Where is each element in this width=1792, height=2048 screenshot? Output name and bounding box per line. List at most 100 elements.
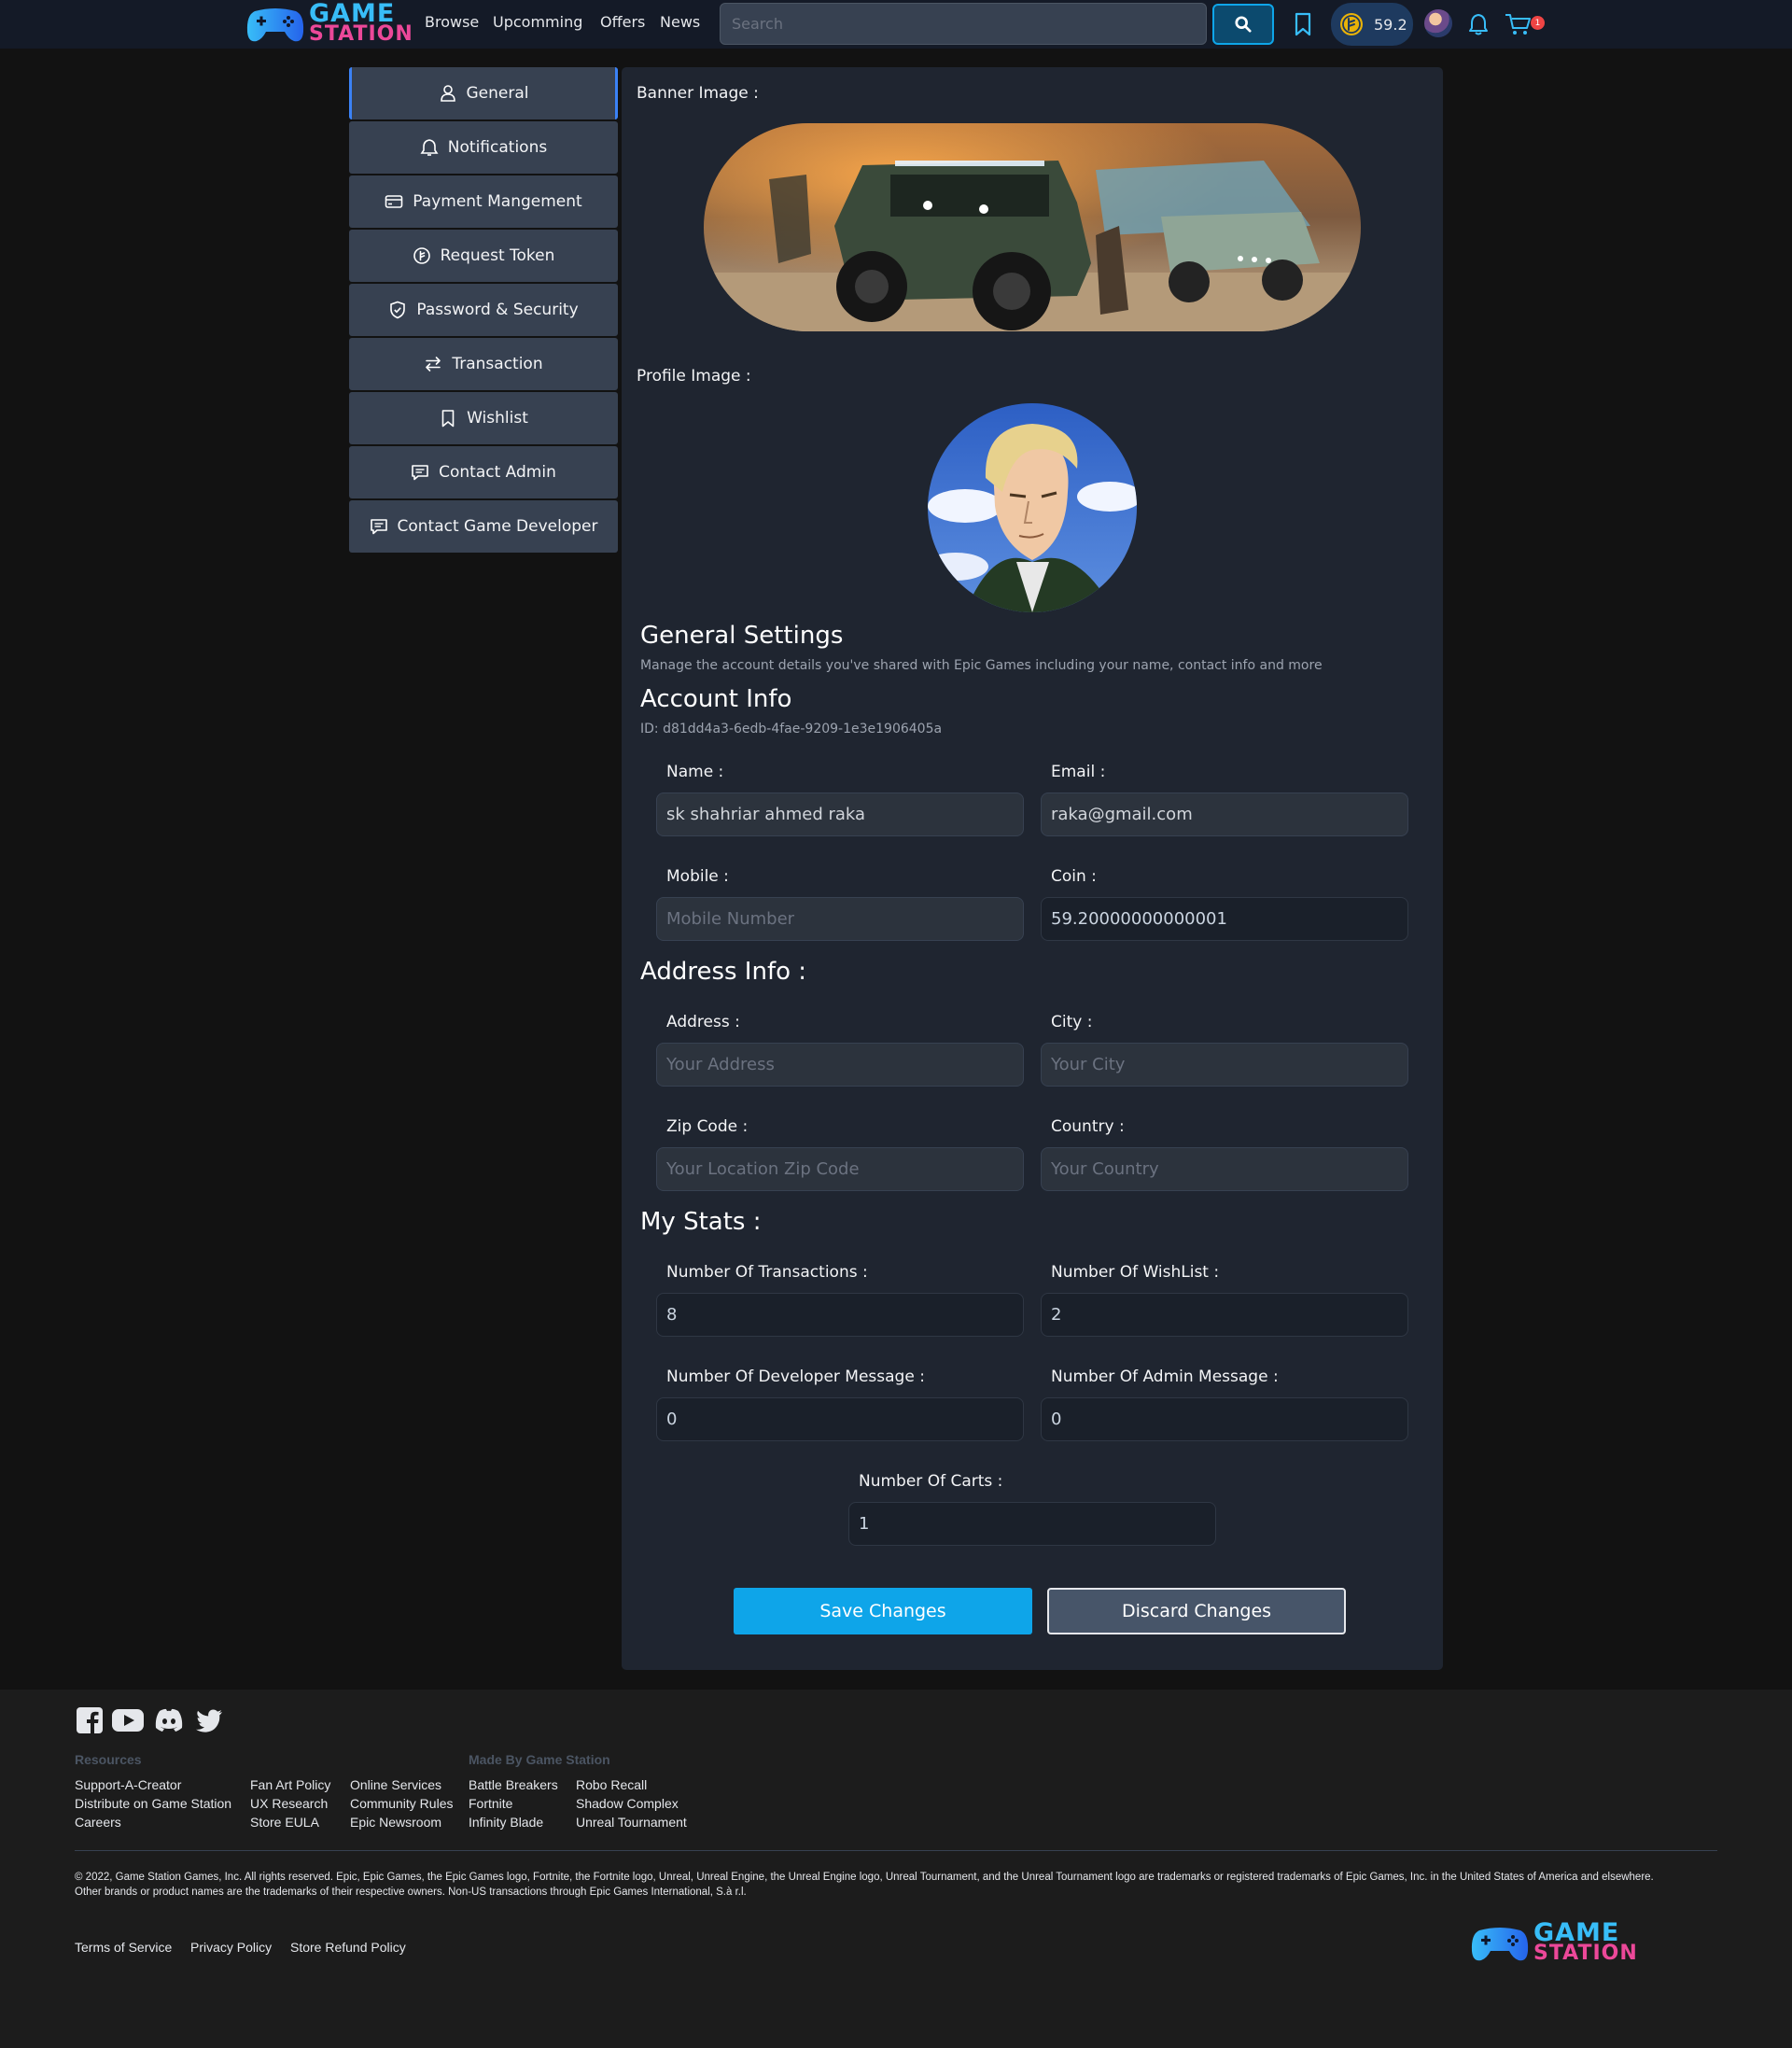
- wishlist-count-label: Number Of WishList :: [1051, 1263, 1220, 1282]
- youtube-icon[interactable]: [111, 1705, 145, 1735]
- avatar[interactable]: [1424, 9, 1452, 37]
- footer-logo[interactable]: GAME STATION: [1470, 1918, 1638, 1965]
- general-settings-title: General Settings: [640, 622, 844, 650]
- developer-message-count-label: Number Of Developer Message :: [666, 1368, 925, 1386]
- message-icon: [412, 465, 428, 481]
- footer-link[interactable]: Careers: [75, 1813, 231, 1831]
- save-changes-button[interactable]: Save Changes: [734, 1588, 1032, 1634]
- footer-link[interactable]: Infinity Blade: [469, 1813, 558, 1831]
- banner-image-label: Banner Image :: [637, 84, 759, 103]
- footer-links-col-5: Robo Recall Shadow Complex Unreal Tourna…: [576, 1775, 687, 1831]
- footer-link[interactable]: Store EULA: [250, 1813, 330, 1831]
- footer-links-col-3: Online Services Community Rules Epic New…: [350, 1775, 453, 1831]
- footer-resources-heading: Resources: [75, 1752, 142, 1767]
- footer-link[interactable]: Unreal Tournament: [576, 1813, 687, 1831]
- gamepad-logo-icon: [246, 8, 304, 42]
- footer-legal-text: © 2022, Game Station Games, Inc. All rig…: [75, 1872, 1654, 1898]
- coin-label: Coin :: [1051, 867, 1097, 886]
- footer-links-col-4: Battle Breakers Fortnite Infinity Blade: [469, 1775, 558, 1831]
- twitter-icon[interactable]: [194, 1705, 224, 1735]
- coin-value: 59.2: [1374, 15, 1407, 34]
- sidebar-item-request-token[interactable]: Request Token: [349, 230, 618, 282]
- footer-link[interactable]: Epic Newsroom: [350, 1813, 453, 1831]
- sidebar-item-label: Transaction: [452, 355, 543, 373]
- address-field[interactable]: [656, 1043, 1024, 1087]
- bookmark-icon: [441, 410, 455, 428]
- address-label: Address :: [666, 1013, 740, 1031]
- sidebar-item-contact-game-developer[interactable]: Contact Game Developer: [349, 500, 618, 553]
- footer-link[interactable]: Community Rules: [350, 1794, 453, 1813]
- nav-link-upcomming[interactable]: Upcomming: [493, 13, 582, 31]
- sidebar-item-label: Payment Mangement: [413, 192, 582, 211]
- footer-link[interactable]: Online Services: [350, 1775, 453, 1794]
- account-info-title: Account Info: [640, 685, 792, 713]
- discord-icon[interactable]: [153, 1705, 185, 1735]
- footer-link[interactable]: Robo Recall: [576, 1775, 687, 1794]
- sidebar-item-wishlist[interactable]: Wishlist: [349, 392, 618, 444]
- sidebar-item-label: Request Token: [440, 246, 555, 265]
- nav-link-offers[interactable]: Offers: [600, 13, 645, 31]
- email-field[interactable]: [1041, 793, 1408, 836]
- email-label: Email :: [1051, 763, 1106, 781]
- general-settings-card: Banner Image : Profile Image : General S…: [622, 67, 1443, 1670]
- bell-icon[interactable]: [1465, 11, 1491, 37]
- footer-link[interactable]: UX Research: [250, 1794, 330, 1813]
- coin-balance[interactable]: 59.2: [1331, 3, 1413, 46]
- sidebar-item-password-security[interactable]: Password & Security: [349, 284, 618, 336]
- coin-field: [1041, 897, 1408, 941]
- sidebar-item-label: Wishlist: [467, 409, 528, 428]
- banner-image[interactable]: [704, 123, 1361, 331]
- transactions-count-field: [656, 1293, 1024, 1337]
- sidebar-item-notifications[interactable]: Notifications: [349, 121, 618, 174]
- address-info-title: Address Info :: [640, 958, 807, 986]
- footer-link[interactable]: Battle Breakers: [469, 1775, 558, 1794]
- bookmark-icon[interactable]: [1290, 11, 1316, 37]
- sidebar-item-payment[interactable]: Payment Mangement: [349, 175, 618, 228]
- account-id: ID: d81dd4a3-6edb-4fae-9209-1e3e1906405a: [640, 722, 943, 736]
- exchange-arrows-icon: [426, 357, 441, 372]
- logo-text-game: GAME: [309, 0, 396, 28]
- footer-link[interactable]: Fan Art Policy: [250, 1775, 330, 1794]
- footer-link[interactable]: Shadow Complex: [576, 1794, 687, 1813]
- cart-icon[interactable]: [1503, 11, 1534, 37]
- logo-text-station: STATION: [309, 22, 413, 46]
- sidebar-item-transaction[interactable]: Transaction: [349, 338, 618, 390]
- zip-code-field[interactable]: [656, 1147, 1024, 1191]
- sidebar-item-contact-admin[interactable]: Contact Admin: [349, 446, 618, 498]
- city-field[interactable]: [1041, 1043, 1408, 1087]
- sidebar-item-label: General: [466, 84, 529, 103]
- message-icon: [370, 519, 387, 535]
- nav-link-news[interactable]: News: [660, 13, 700, 31]
- coin-icon: [1340, 13, 1363, 35]
- footer-link[interactable]: Distribute on Game Station: [75, 1794, 231, 1813]
- transactions-count-label: Number Of Transactions :: [666, 1263, 868, 1282]
- search-button[interactable]: [1212, 4, 1274, 45]
- developer-message-count-field: [656, 1397, 1024, 1441]
- footer-link[interactable]: Support-A-Creator: [75, 1775, 231, 1794]
- facebook-icon[interactable]: [75, 1705, 105, 1735]
- site-logo[interactable]: GAME STATION: [245, 0, 413, 47]
- nav-link-browse[interactable]: Browse: [425, 13, 479, 31]
- search-input[interactable]: [720, 3, 1207, 45]
- sidebar-item-general[interactable]: General: [349, 67, 618, 119]
- profile-image[interactable]: [928, 403, 1137, 612]
- name-label: Name :: [666, 763, 724, 781]
- logo-text-station: STATION: [1533, 1942, 1638, 1965]
- zip-code-label: Zip Code :: [666, 1117, 749, 1136]
- footer-link[interactable]: Fortnite: [469, 1794, 558, 1813]
- terms-of-service-link[interactable]: Terms of Service: [75, 1940, 172, 1955]
- search-icon: [1235, 16, 1252, 33]
- privacy-policy-link[interactable]: Privacy Policy: [190, 1940, 272, 1955]
- carts-count-label: Number Of Carts :: [859, 1472, 1003, 1491]
- my-stats-title: My Stats :: [640, 1208, 762, 1236]
- logo-text-game: GAME: [1533, 1918, 1620, 1947]
- name-field[interactable]: [656, 793, 1024, 836]
- site-footer: Resources Made By Game Station Support-A…: [0, 1690, 1792, 2048]
- bell-icon: [420, 139, 439, 156]
- coin-icon: [413, 247, 430, 264]
- cart-count-badge: 1: [1531, 16, 1545, 30]
- discard-changes-button[interactable]: Discard Changes: [1047, 1588, 1346, 1634]
- store-refund-policy-link[interactable]: Store Refund Policy: [290, 1940, 406, 1955]
- mobile-field[interactable]: [656, 897, 1024, 941]
- country-field[interactable]: [1041, 1147, 1408, 1191]
